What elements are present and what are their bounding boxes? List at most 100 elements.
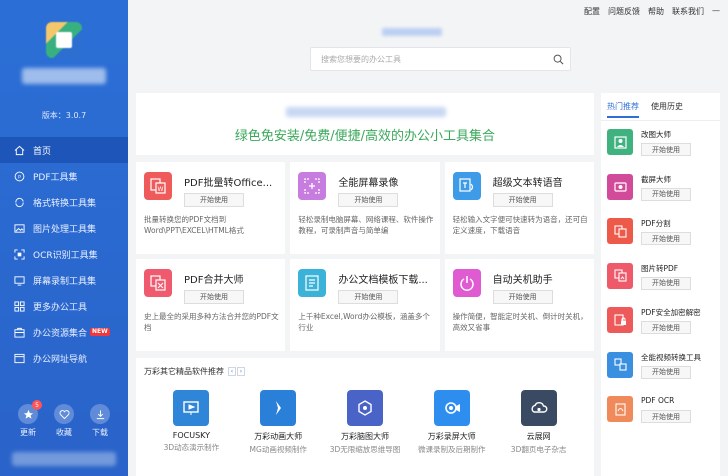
app-name-blurred <box>22 68 106 84</box>
recommend-name: 万彩动画大师 <box>254 432 303 441</box>
heart-icon <box>59 409 69 419</box>
sidebar-item-home[interactable]: 首页 <box>0 137 128 163</box>
update-label: 更新 <box>20 428 36 437</box>
svg-text:P: P <box>18 174 21 180</box>
hot-item-name: 全能视频转换工具 <box>641 352 701 362</box>
text-to-speech-icon <box>452 172 481 200</box>
tool-description: 轻松录制电脑屏幕、网络课程、软件操作教程，可录制声音与简单编 <box>298 215 434 235</box>
convert-icon <box>13 196 25 208</box>
recommend-item[interactable]: 万彩脑图大师 3D无限缩放思维导图 <box>323 390 407 455</box>
search-icon[interactable] <box>546 54 570 65</box>
tool-card[interactable]: 全能屏幕录像 开始使用 轻松录制电脑屏幕、网络课程、软件操作教程，可录制声音与简… <box>290 162 440 254</box>
update-button[interactable]: 5 更新 <box>18 400 42 438</box>
recommend-item[interactable]: FOCUSKY 3D动态演示制作 <box>149 390 233 455</box>
top-links: 配置 问题反馈 帮助 联系我们 — <box>584 6 720 17</box>
download-button[interactable]: 下载 <box>90 404 110 438</box>
sidebar-item-format-convert[interactable]: 格式转换工具集 <box>0 189 128 215</box>
sidebar-item-pdf-tools[interactable]: P PDF工具集 <box>0 163 128 189</box>
sidebar-item-more-tools[interactable]: 更多办公工具 <box>0 293 128 319</box>
cloud-icon <box>520 390 557 426</box>
start-button[interactable]: 开始使用 <box>641 321 691 334</box>
recommend-title: 万彩其它精品软件推荐 <box>144 367 224 376</box>
hot-item[interactable]: PDF分割 开始使用 <box>607 216 717 261</box>
tab-hot[interactable]: 热门推荐 <box>607 101 639 118</box>
sidebar-item-screen-record[interactable]: 屏幕录制工具集 <box>0 267 128 293</box>
tool-description: 操作简便，智能定时关机、倒计时关机，高效又省事 <box>452 312 588 332</box>
hot-item[interactable]: 全能视频转换工具 开始使用 <box>607 350 717 395</box>
sidebar-footer-blurred <box>12 452 116 466</box>
start-button[interactable]: 开始使用 <box>641 232 691 245</box>
banner-slogan: 绿色免安装/免费/便捷/高效的办公小工具集合 <box>234 129 496 144</box>
prev-arrow[interactable]: ‹ <box>228 367 236 376</box>
tool-name: 全能屏幕录像 <box>338 178 399 189</box>
tool-card[interactable]: 自动关机助手 开始使用 操作简便，智能定时关机、倒计时关机，高效又省事 <box>444 259 594 351</box>
pdf-lock-icon <box>607 307 633 333</box>
pdf-icon: P <box>13 170 25 182</box>
recommend-section: 万彩其它精品软件推荐 ‹ › FOCUSKY 3D动态演示制作 万彩动画大师 M… <box>136 358 594 476</box>
tool-card[interactable]: PDF合并大师 开始使用 史上最全的采用多种方法合并您的PDF文档 <box>136 259 286 351</box>
sidebar-nav: 首页 P PDF工具集 格式转换工具集 图片处理工具集 OCR识别工具集 屏幕录… <box>0 137 128 371</box>
start-button[interactable]: 开始使用 <box>641 276 691 290</box>
recommend-item[interactable]: 云展网 3D翻页电子杂志 <box>497 390 581 455</box>
sidebar-item-image-tools[interactable]: 图片处理工具集 <box>0 215 128 241</box>
start-button[interactable]: 开始使用 <box>641 365 691 379</box>
tool-card[interactable]: 超级文本转语音 开始使用 轻松输入文字便可快速转为语音，还可自定义速度，下载语音 <box>444 162 594 254</box>
recommend-desc: 3D翻页电子杂志 <box>510 445 567 454</box>
sidebar-item-resources[interactable]: 办公资源集合 NEW <box>0 319 128 345</box>
recommend-desc: 微课录制及后期制作 <box>418 445 486 454</box>
ocr-icon <box>13 248 25 260</box>
video-convert-icon <box>607 351 633 378</box>
focusky-icon <box>173 390 210 426</box>
tool-card[interactable]: 办公文档模板下载... 开始使用 上千种Excel,Word办公模板，涵盖多个行… <box>290 259 440 351</box>
help-link[interactable]: 帮助 <box>648 6 664 17</box>
contact-link[interactable]: 联系我们 <box>672 6 704 17</box>
hot-item[interactable]: PDF安全加密解密 开始使用 <box>607 305 717 350</box>
nav-icon <box>13 352 25 364</box>
hot-item[interactable]: PDF OCR 开始使用 <box>607 394 717 439</box>
recommend-item[interactable]: 万彩动画大师 MG动画视频制作 <box>236 390 320 455</box>
recommend-name: 万彩录屏大师 <box>427 432 476 441</box>
config-link[interactable]: 配置 <box>584 6 600 17</box>
image-to-pdf-icon <box>607 262 633 289</box>
hot-item-name: 图片转PDF <box>641 263 679 273</box>
hot-item[interactable]: 截屏大师 开始使用 <box>607 172 717 217</box>
start-button[interactable]: 开始使用 <box>184 193 244 207</box>
start-button[interactable]: 开始使用 <box>184 290 244 304</box>
hot-item[interactable]: 图片转PDF 开始使用 <box>607 261 717 306</box>
update-count-badge: 5 <box>32 400 42 410</box>
download-label: 下载 <box>92 428 108 437</box>
next-arrow[interactable]: › <box>237 367 245 376</box>
recommend-desc: 3D动态演示制作 <box>163 443 220 452</box>
template-download-icon <box>298 269 327 297</box>
start-button[interactable]: 开始使用 <box>338 290 399 304</box>
screen-recorder-icon <box>433 390 470 426</box>
favorites-button[interactable]: 收藏 <box>54 404 74 438</box>
sidebar-item-label: 办公资源集合 <box>33 328 88 339</box>
sidebar-item-label: 更多办公工具 <box>33 302 88 313</box>
tool-description: 轻松输入文字便可快速转为语音，还可自定义速度，下载语音 <box>452 215 588 235</box>
feedback-link[interactable]: 问题反馈 <box>608 6 640 17</box>
search-input[interactable] <box>321 54 546 64</box>
start-button[interactable]: 开始使用 <box>641 143 691 156</box>
hot-item-name: PDF安全加密解密 <box>641 308 701 317</box>
start-button[interactable]: 开始使用 <box>641 410 691 423</box>
sidebar-item-ocr-tools[interactable]: OCR识别工具集 <box>0 241 128 267</box>
start-button[interactable]: 开始使用 <box>641 187 691 201</box>
sidebar-item-url-nav[interactable]: 办公网址导航 <box>0 345 128 371</box>
banner-title-blurred <box>286 107 446 117</box>
tab-history[interactable]: 使用历史 <box>651 101 683 118</box>
hot-item-name: 截屏大师 <box>641 174 671 184</box>
sidebar-bottom-actions: 5 更新 收藏 下载 <box>0 400 128 438</box>
start-button[interactable]: 开始使用 <box>492 290 553 304</box>
new-badge: NEW <box>90 328 110 336</box>
home-icon <box>13 144 25 156</box>
start-button[interactable]: 开始使用 <box>338 193 399 207</box>
start-button[interactable]: 开始使用 <box>492 193 553 207</box>
recommend-desc: MG动画视频制作 <box>249 445 307 454</box>
minimize-button[interactable]: — <box>712 6 720 17</box>
tool-card[interactable]: W PDF批量转Office... 开始使用 批量转换您的PDF文档到Word\… <box>136 162 286 254</box>
recommend-name: 万彩脑图大师 <box>340 432 389 441</box>
recommend-item[interactable]: 万彩录屏大师 微课录制及后期制作 <box>410 390 494 455</box>
download-icon <box>96 409 104 419</box>
hot-item[interactable]: 改图大师 开始使用 <box>607 127 717 172</box>
